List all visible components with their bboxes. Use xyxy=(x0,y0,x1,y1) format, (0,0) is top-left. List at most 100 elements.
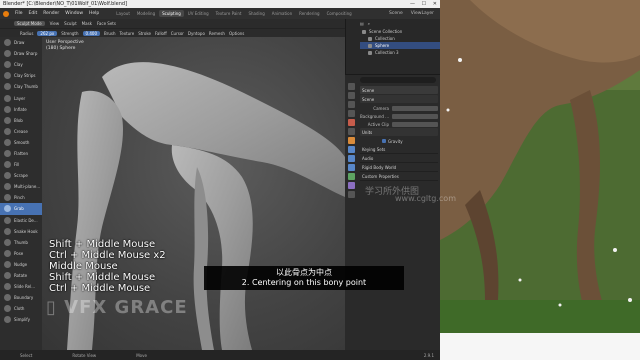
remesh-menu[interactable]: Remesh xyxy=(209,31,225,36)
outliner-display-mode-icon[interactable]: ▤ xyxy=(360,21,364,26)
menu-falloff[interactable]: Falloff xyxy=(155,31,167,36)
tool-layer[interactable]: Layer xyxy=(0,92,42,103)
tool-draw-sharp[interactable]: Draw Sharp xyxy=(0,48,42,59)
outliner-row-collection-3[interactable]: Collection 3 xyxy=(360,49,440,56)
tool-thumb[interactable]: Thumb xyxy=(0,237,42,248)
render-tab-icon[interactable] xyxy=(348,92,355,99)
close-button[interactable]: ✕ xyxy=(433,1,437,7)
blender-logo-icon[interactable] xyxy=(3,10,9,17)
outliner-row-scene-collection[interactable]: Scene Collection xyxy=(360,28,440,35)
world-tab-icon[interactable] xyxy=(348,128,355,135)
tab-compositing[interactable]: Compositing xyxy=(324,10,355,17)
tab-layout[interactable]: Layout xyxy=(113,10,133,17)
gravity-checkbox[interactable] xyxy=(382,139,386,143)
dyntopo-toggle[interactable]: Dyntopo xyxy=(188,31,205,36)
tool-pose[interactable]: Pose xyxy=(0,248,42,259)
background-scene-field[interactable] xyxy=(392,113,438,119)
grab-brush-icon xyxy=(4,205,11,213)
tool-pinch[interactable]: Pinch xyxy=(0,192,42,203)
tool-scrape[interactable]: Scrape xyxy=(0,170,42,181)
menu-mask[interactable]: Mask xyxy=(82,21,92,26)
tool-crease[interactable]: Crease xyxy=(0,126,42,137)
texture-tab-icon[interactable] xyxy=(348,191,355,198)
tool-slide-relax[interactable]: Slide Rel... xyxy=(0,281,42,292)
keying-sets-section[interactable]: Keying Sets xyxy=(360,145,438,154)
active-clip-field[interactable] xyxy=(392,121,438,127)
collection-icon xyxy=(368,36,372,41)
tool-grab[interactable]: Grab xyxy=(0,203,42,215)
minimize-button[interactable]: — xyxy=(410,1,415,7)
scene-selector[interactable]: Scene xyxy=(389,11,403,16)
modifier-tab-icon[interactable] xyxy=(348,146,355,153)
tool-elastic-deform[interactable]: Elastic De... xyxy=(0,215,42,226)
tool-draw[interactable]: Draw xyxy=(0,37,42,48)
properties-search-field[interactable] xyxy=(360,77,436,83)
tab-modeling[interactable]: Modeling xyxy=(134,10,158,17)
camera-field[interactable] xyxy=(392,105,438,111)
object-data-tab-icon[interactable] xyxy=(348,173,355,180)
tab-shading[interactable]: Shading xyxy=(245,10,267,17)
tab-rendering[interactable]: Rendering xyxy=(296,10,322,17)
tool-boundary[interactable]: Boundary xyxy=(0,292,42,303)
tab-texture-paint[interactable]: Texture Paint xyxy=(213,10,245,17)
menu-brush[interactable]: Brush xyxy=(104,31,116,36)
menu-texture[interactable]: Texture xyxy=(120,31,135,36)
view-layer-selector[interactable]: ViewLayer xyxy=(411,11,434,16)
physics-tab-icon[interactable] xyxy=(348,164,355,171)
radius-field[interactable]: 262 px xyxy=(37,30,58,36)
outliner-row-label: Collection xyxy=(375,36,395,41)
menu-face-sets[interactable]: Face Sets xyxy=(97,21,116,26)
scene-tab-icon[interactable] xyxy=(348,119,355,126)
audio-section[interactable]: Audio xyxy=(360,154,438,163)
tool-tab-icon[interactable] xyxy=(348,83,355,90)
tool-cloth[interactable]: Cloth xyxy=(0,303,42,314)
tool-flatten[interactable]: Flatten xyxy=(0,148,42,159)
outliner-row-sphere[interactable]: Sphere xyxy=(360,42,440,49)
thumb-brush-icon xyxy=(4,238,11,246)
tab-uv-editing[interactable]: UV Editing xyxy=(185,10,212,17)
material-tab-icon[interactable] xyxy=(348,182,355,189)
maximize-button[interactable]: ☐ xyxy=(422,1,426,7)
options-menu[interactable]: Options xyxy=(229,31,244,36)
menu-edit[interactable]: Edit xyxy=(29,11,38,16)
tool-fill[interactable]: Fill xyxy=(0,159,42,170)
tool-smooth[interactable]: Smooth xyxy=(0,137,42,148)
menu-render[interactable]: Render xyxy=(43,11,59,16)
custom-properties-section[interactable]: Custom Properties xyxy=(360,172,438,181)
tool-clay[interactable]: Clay xyxy=(0,59,42,70)
outliner-search-icon[interactable]: ⌕ xyxy=(368,21,370,26)
particles-tab-icon[interactable] xyxy=(348,155,355,162)
tool-multiplane-scrape[interactable]: Multi-plane... xyxy=(0,181,42,192)
rigid-body-world-section[interactable]: Rigid Body World xyxy=(360,163,438,172)
3d-viewport[interactable]: User Perspective (180) Sphere Shift + Mi… xyxy=(42,37,345,350)
tool-rotate[interactable]: Rotate xyxy=(0,270,42,281)
tool-inflate[interactable]: Inflate xyxy=(0,104,42,115)
tool-nudge[interactable]: Nudge xyxy=(0,259,42,270)
menu-help[interactable]: Help xyxy=(89,11,99,16)
object-tab-icon[interactable] xyxy=(348,137,355,144)
tool-label: Draw Sharp xyxy=(14,51,38,57)
tool-clay-strips[interactable]: Clay Strips xyxy=(0,70,42,81)
tab-animation[interactable]: Animation xyxy=(269,10,295,17)
gravity-row[interactable]: Gravity xyxy=(360,137,438,145)
menu-window[interactable]: Window xyxy=(65,11,83,16)
menu-file[interactable]: File xyxy=(15,11,23,16)
status-bar: Select Rotate View Move 2.9.1 xyxy=(0,350,440,360)
units-section-header[interactable]: Units xyxy=(360,128,438,136)
output-tab-icon[interactable] xyxy=(348,101,355,108)
strength-field[interactable]: 0.400 xyxy=(82,30,100,36)
tool-snake-hook[interactable]: Snake Hook xyxy=(0,226,42,237)
tool-blob[interactable]: Blob xyxy=(0,115,42,126)
tool-clay-thumb[interactable]: Clay Thumb xyxy=(0,81,42,92)
menu-view[interactable]: View xyxy=(50,21,60,26)
mode-selector[interactable]: Sculpt Mode xyxy=(14,21,45,26)
view-layer-tab-icon[interactable] xyxy=(348,110,355,117)
tool-simplify[interactable]: Simplify xyxy=(0,314,42,325)
tab-sculpting[interactable]: Sculpting xyxy=(159,10,184,17)
menu-sculpt[interactable]: Sculpt xyxy=(64,21,77,26)
outliner-row-collection[interactable]: Collection xyxy=(360,35,440,42)
menu-cursor[interactable]: Cursor xyxy=(171,31,184,36)
tool-label: Pose xyxy=(14,250,24,256)
scene-section-header[interactable]: Scene xyxy=(360,95,438,103)
menu-stroke[interactable]: Stroke xyxy=(138,31,151,36)
